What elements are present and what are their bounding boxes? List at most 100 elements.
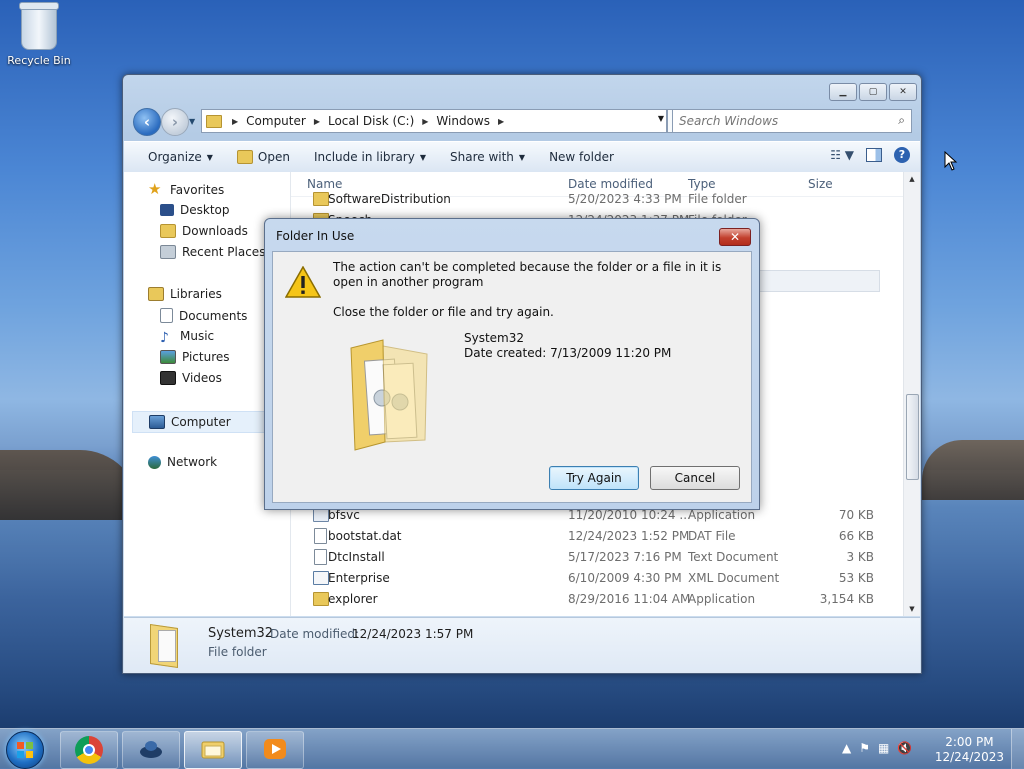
nav-recent-places-label: Recent Places: [182, 245, 266, 259]
file-row[interactable]: SoftwareDistribution 5/20/2023 4:33 PM F…: [291, 188, 904, 209]
nav-libraries[interactable]: Libraries: [148, 287, 222, 301]
back-button[interactable]: ‹: [133, 108, 161, 136]
address-separator-icon[interactable]: ▶: [232, 117, 238, 126]
application-icon: [313, 508, 329, 522]
file-row[interactable]: Enterprise 6/10/2009 4:30 PM XML Documen…: [291, 567, 904, 588]
scroll-down-icon[interactable]: ▼: [904, 602, 920, 616]
file-name: bootstat.dat: [328, 528, 402, 543]
address-bar[interactable]: ▶ Computer ▶ Local Disk (C:) ▶ Windows ▶…: [201, 109, 667, 133]
file-date: 12/24/2023 1:52 PM: [568, 528, 690, 543]
file-size: 66 KB: [838, 528, 874, 543]
details-modified-label: Date modified:: [270, 627, 360, 641]
file-type: XML Document: [688, 570, 780, 585]
chevron-down-icon: ▼: [206, 152, 213, 162]
details-modified-value: 12/24/2023 1:57 PM: [352, 627, 474, 641]
address-history-dropdown-icon[interactable]: ▼: [658, 114, 664, 123]
breadcrumb-computer[interactable]: Computer: [246, 114, 306, 128]
file-date: 5/20/2023 4:33 PM: [568, 191, 682, 206]
file-size: 53 KB: [838, 570, 874, 585]
show-hidden-icons-icon[interactable]: ▲: [842, 741, 851, 755]
network-icon: [148, 455, 161, 469]
nav-recent-places[interactable]: Recent Places: [160, 245, 265, 259]
nav-network[interactable]: Network: [148, 455, 217, 469]
address-separator-icon[interactable]: ▶: [314, 117, 320, 126]
clock-time: 2:00 PM: [945, 735, 994, 749]
nav-music[interactable]: ♪ Music: [160, 329, 214, 346]
star-icon: ★: [148, 180, 162, 198]
file-row[interactable]: bootstat.dat 12/24/2023 1:52 PM DAT File…: [291, 525, 904, 546]
scroll-up-icon[interactable]: ▲: [904, 172, 920, 186]
mouse-cursor-icon: [944, 151, 958, 171]
nav-downloads[interactable]: Downloads: [160, 224, 248, 238]
file-icon: [314, 528, 327, 544]
file-date: 8/29/2016 11:04 AM: [568, 591, 691, 606]
new-folder-button[interactable]: New folder: [549, 150, 614, 164]
warning-icon: [285, 266, 321, 298]
desktop-rocks-right: [922, 440, 1024, 500]
cancel-button[interactable]: Cancel: [650, 466, 740, 490]
share-with-menu[interactable]: Share with ▼: [450, 150, 525, 164]
address-separator-icon[interactable]: ▶: [498, 117, 504, 126]
taskbar-game[interactable]: [122, 731, 180, 769]
help-icon[interactable]: ?: [894, 147, 910, 163]
taskbar-chrome[interactable]: [60, 731, 118, 769]
include-in-library-label: Include in library: [313, 150, 415, 164]
nav-pictures[interactable]: Pictures: [160, 350, 230, 364]
organize-menu[interactable]: Organize ▼: [148, 150, 213, 164]
dialog-message: The action can't be completed because th…: [333, 260, 722, 289]
address-separator-icon[interactable]: ▶: [422, 117, 428, 126]
taskbar: ▲ ⚑ ▦ 🔇 2:00 PM 12/24/2023: [0, 728, 1024, 769]
show-desktop-button[interactable]: [1011, 729, 1024, 769]
preview-pane-icon[interactable]: [866, 148, 882, 162]
nav-desktop[interactable]: Desktop: [160, 203, 230, 217]
file-name: DtcInstall: [328, 549, 385, 564]
try-again-button[interactable]: Try Again: [549, 466, 639, 490]
dialog-instruction: Close the folder or file and try again.: [333, 305, 554, 319]
file-name: SoftwareDistribution: [328, 191, 451, 206]
file-row[interactable]: explorer 8/29/2016 11:04 AM Application …: [291, 588, 904, 609]
minimize-button[interactable]: ▁: [829, 83, 857, 101]
details-type: File folder: [208, 645, 267, 659]
search-box[interactable]: ⌕: [672, 109, 912, 133]
taskbar-media-player[interactable]: [246, 731, 304, 769]
desktop-icon: [160, 204, 174, 216]
file-size: 70 KB: [838, 507, 874, 522]
network-status-icon[interactable]: ▦: [878, 741, 889, 755]
recycle-bin-shortcut[interactable]: Recycle Bin: [6, 2, 72, 67]
forward-button[interactable]: ›: [161, 108, 189, 136]
breadcrumb-local-disk[interactable]: Local Disk (C:): [328, 114, 414, 128]
vertical-scrollbar[interactable]: ▲ ▼: [903, 172, 920, 616]
action-center-icon[interactable]: ⚑: [859, 741, 870, 755]
maximize-button[interactable]: ▢: [859, 83, 887, 101]
clock[interactable]: 2:00 PM 12/24/2023: [935, 735, 1004, 765]
downloads-folder-icon: [160, 224, 176, 238]
nav-favorites[interactable]: ★ Favorites: [148, 182, 224, 198]
breadcrumb-windows[interactable]: Windows: [436, 114, 490, 128]
nav-documents[interactable]: Documents: [160, 308, 247, 323]
open-button[interactable]: Open: [236, 150, 290, 164]
dialog-close-button[interactable]: ✕: [719, 228, 751, 246]
nav-computer-label: Computer: [171, 415, 231, 429]
scroll-thumb[interactable]: [906, 394, 919, 480]
taskbar-explorer[interactable]: [184, 731, 242, 769]
desktop-rocks-left: [0, 450, 140, 520]
recent-pages-dropdown[interactable]: ▼: [189, 117, 195, 126]
volume-muted-icon[interactable]: 🔇: [897, 741, 912, 755]
folder-icon: [313, 192, 329, 206]
search-icon[interactable]: ⌕: [898, 113, 905, 128]
caption-buttons: ▁ ▢ ✕: [829, 83, 917, 101]
documents-icon: [160, 308, 173, 323]
nav-videos[interactable]: Videos: [160, 371, 222, 385]
close-button[interactable]: ✕: [889, 83, 917, 101]
search-input[interactable]: [673, 110, 881, 132]
nav-downloads-label: Downloads: [182, 224, 248, 238]
include-in-library-menu[interactable]: Include in library ▼: [314, 150, 426, 164]
nav-videos-label: Videos: [182, 371, 222, 385]
file-date: 5/17/2023 7:16 PM: [568, 549, 682, 564]
file-row[interactable]: DtcInstall 5/17/2023 7:16 PM Text Docume…: [291, 546, 904, 567]
recycle-bin-label: Recycle Bin: [7, 54, 71, 67]
start-button[interactable]: [6, 731, 44, 769]
windows-logo-icon: [17, 742, 33, 758]
change-view-icon[interactable]: ☷ ▼: [830, 148, 854, 162]
libraries-icon: [148, 287, 164, 301]
